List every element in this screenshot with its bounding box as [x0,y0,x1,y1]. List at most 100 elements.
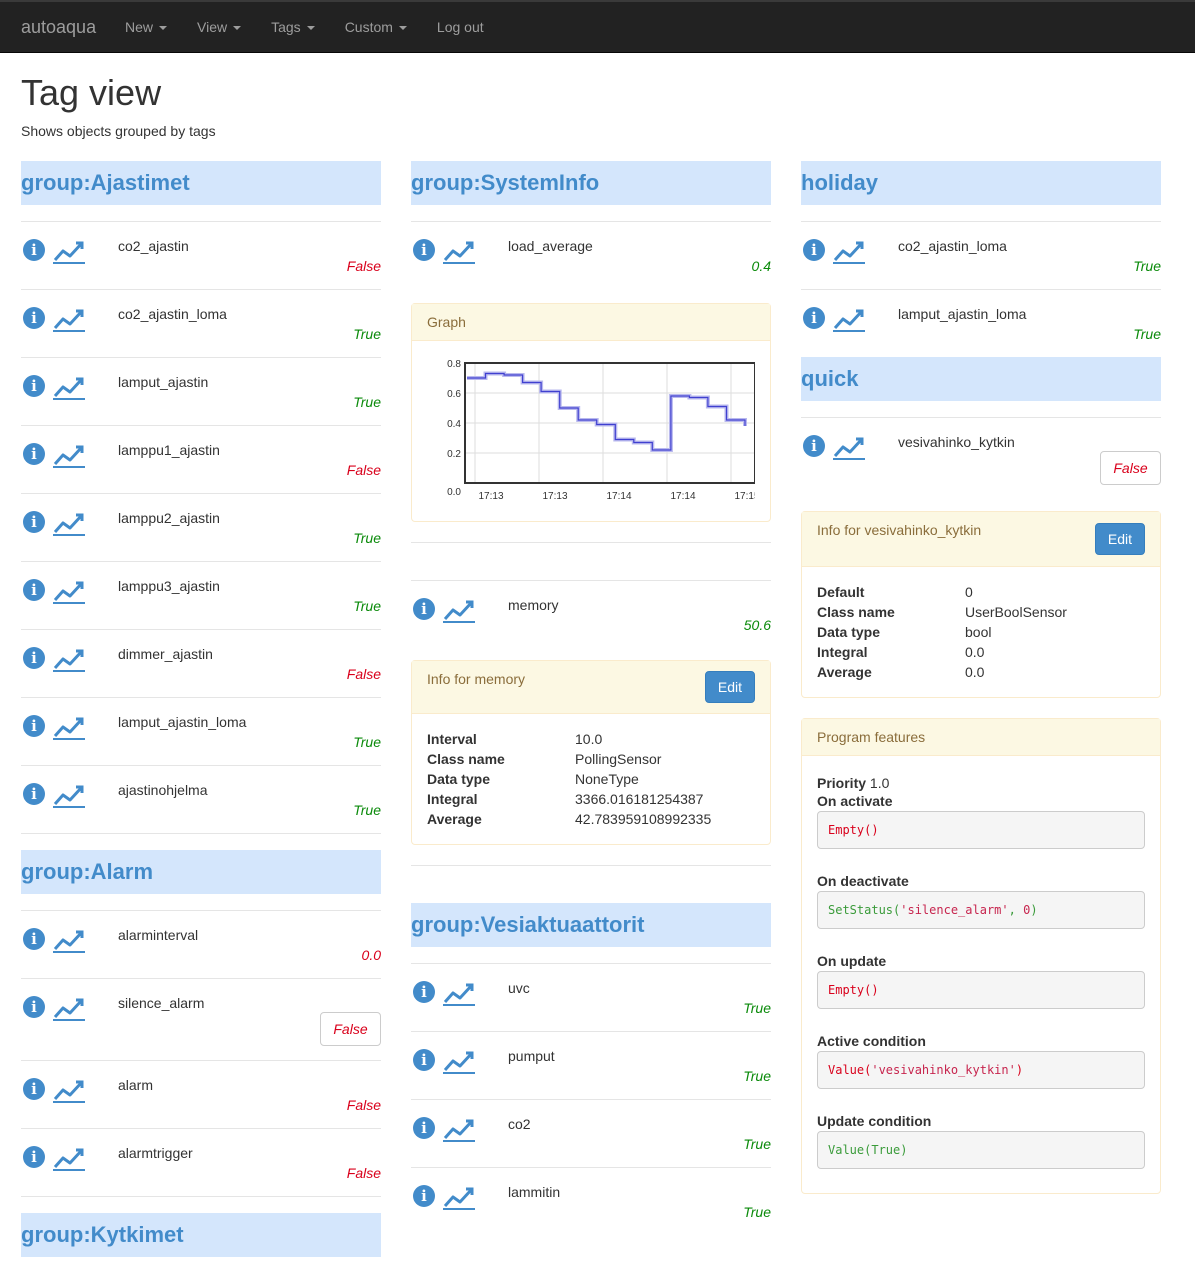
info-icon[interactable]: i [23,511,45,533]
nav-custom[interactable]: Custom [345,19,407,35]
item-name: lamppu3_ajastin [118,578,220,594]
list-item[interactable]: i co2_ajastin_loma True [801,221,1161,289]
list-item[interactable]: i lamput_ajastin_loma True [21,697,381,765]
x-tick-label: 17:13 [478,491,503,502]
chart-icon[interactable] [443,1048,475,1074]
chart-icon[interactable] [833,238,865,264]
on-update-code[interactable]: Empty() [817,971,1145,1009]
list-item[interactable]: i memory 50.6 [411,580,771,660]
item-name: co2 [508,1116,531,1132]
info-icon[interactable]: i [803,239,825,261]
info-icon[interactable]: i [23,1146,45,1168]
chart-icon[interactable] [443,1116,475,1142]
info-icon[interactable]: i [23,715,45,737]
list-item[interactable]: i lammitin True [411,1167,771,1235]
edit-quick-button[interactable]: Edit [1094,523,1145,555]
on-activate-code[interactable]: Empty() [817,811,1145,849]
field-key: Integral [817,644,868,660]
update-condition-code[interactable]: Value(True) [817,1131,1145,1169]
list-item[interactable]: i lamppu1_ajastin False [21,425,381,493]
chart-icon[interactable] [833,434,865,460]
chart-icon[interactable] [53,510,85,536]
info-icon[interactable]: i [413,1117,435,1139]
list-item[interactable]: i alarm False [21,1060,381,1128]
info-icon[interactable]: i [23,239,45,261]
item-name: pumput [508,1048,555,1064]
item-name: load_average [508,238,593,254]
chart-icon[interactable] [53,1077,85,1103]
item-value: True [353,394,381,410]
chart-icon[interactable] [443,1184,475,1210]
nav-tags[interactable]: Tags [271,19,315,35]
chart-icon[interactable] [53,646,85,672]
info-icon[interactable]: i [413,239,435,261]
info-icon[interactable]: i [413,981,435,1003]
list-item[interactable]: i co2 True [411,1099,771,1167]
chart-icon[interactable] [833,306,865,332]
chart-icon[interactable] [53,442,85,468]
list-item[interactable]: i lamppu3_ajastin True [21,561,381,629]
list-item[interactable]: i lamppu2_ajastin True [21,493,381,561]
info-icon[interactable]: i [23,579,45,601]
list-item[interactable]: i dimmer_ajastin False [21,629,381,697]
list-item[interactable]: i alarmtrigger False [21,1128,381,1196]
field-key: Default [817,584,865,600]
list-item[interactable]: i ajastinohjelma True [21,765,381,833]
chart-icon[interactable] [53,1145,85,1171]
list-item[interactable]: i co2_ajastin False [21,221,381,289]
info-icon[interactable]: i [23,996,45,1018]
list-item[interactable]: i lamput_ajastin True [21,357,381,425]
chart-icon[interactable] [53,927,85,953]
toggle-button[interactable]: False [1100,451,1161,485]
y-tick-label: 0.0 [447,487,461,498]
list-item[interactable]: i uvc True [411,963,771,1031]
info-icon[interactable]: i [23,375,45,397]
info-icon[interactable]: i [23,783,45,805]
nav-view[interactable]: View [197,19,242,35]
group-header-vesiaktuaattorit: group:Vesiaktuaattorit [411,903,771,947]
toggle-button[interactable]: False [320,1012,381,1046]
nav-custom-label: Custom [344,19,393,35]
list-item[interactable]: i lamput_ajastin_loma True [801,289,1161,357]
chart-icon[interactable] [53,995,85,1021]
info-icon[interactable]: i [23,307,45,329]
item-value: 0.0 [361,947,381,963]
on-deactivate-code[interactable]: SetStatus('silence_alarm', 0) [817,891,1145,929]
info-icon[interactable]: i [803,435,825,457]
info-icon[interactable]: i [803,307,825,329]
info-icon[interactable]: i [413,598,435,620]
list-item[interactable]: i co2_ajastin_loma True [21,289,381,357]
chart-icon[interactable] [53,714,85,740]
item-name: lammitin [508,1184,561,1200]
chart-icon[interactable] [443,980,475,1006]
info-icon[interactable]: i [23,1078,45,1100]
chart-icon[interactable] [53,374,85,400]
item-value: True [353,734,381,750]
info-icon[interactable]: i [413,1049,435,1071]
field-key: Class name [427,751,505,767]
group-header-kytkimet: group:Kytkimet [21,1213,381,1257]
nav-new[interactable]: New [125,19,168,35]
edit-memory-button[interactable]: Edit [704,671,755,703]
chart-icon[interactable] [443,238,475,264]
info-icon[interactable]: i [23,443,45,465]
active-condition-code[interactable]: Value('vesivahinko_kytkin') [817,1051,1145,1089]
item-value: True [353,326,381,342]
brand-link[interactable]: autoaqua [21,17,96,38]
info-icon[interactable]: i [23,928,45,950]
chart-icon[interactable] [53,306,85,332]
list-item[interactable]: i silence_alarm False [21,978,381,1060]
chart-icon[interactable] [53,782,85,808]
list-item[interactable]: i vesivahinko_kytkin False [801,417,1161,511]
chart-icon[interactable] [443,597,475,623]
chart-icon[interactable] [53,578,85,604]
list-item[interactable]: i load_average 0.4 [411,221,771,289]
info-icon[interactable]: i [413,1185,435,1207]
nav-logout[interactable]: Log out [437,19,484,35]
info-icon[interactable]: i [23,647,45,669]
list-item[interactable]: i pumput True [411,1031,771,1099]
list-item[interactable]: i alarminterval 0.0 [21,910,381,978]
item-name: lamppu2_ajastin [118,510,220,526]
chart-icon[interactable] [53,238,85,264]
caret-down-icon [398,26,407,30]
